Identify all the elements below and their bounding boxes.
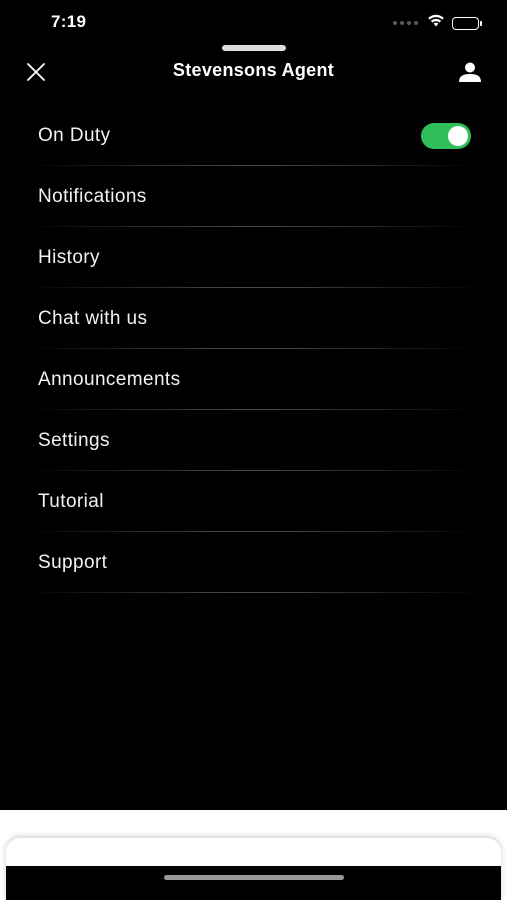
menu-item-history[interactable]: History bbox=[0, 227, 507, 288]
menu-item-label: Settings bbox=[38, 429, 110, 451]
wifi-icon bbox=[427, 14, 445, 32]
status-bar: 7:19 bbox=[0, 0, 507, 46]
battery-icon bbox=[452, 16, 482, 30]
divider bbox=[22, 592, 485, 593]
menu-item-support[interactable]: Support bbox=[0, 532, 507, 593]
menu-item-settings[interactable]: Settings bbox=[0, 410, 507, 471]
menu-item-label: Notifications bbox=[38, 185, 147, 207]
home-indicator[interactable] bbox=[164, 875, 344, 880]
menu-item-notifications[interactable]: Notifications bbox=[0, 166, 507, 227]
menu-item-label: Chat with us bbox=[38, 307, 148, 329]
signal-icon bbox=[393, 21, 418, 25]
profile-icon bbox=[458, 62, 482, 87]
sheet-grabber[interactable] bbox=[222, 45, 286, 51]
on-duty-toggle[interactable] bbox=[421, 122, 471, 149]
menu-item-on-duty: On Duty bbox=[0, 105, 507, 166]
toggle-knob bbox=[448, 125, 468, 146]
profile-button[interactable] bbox=[455, 60, 485, 88]
menu-item-label: Tutorial bbox=[38, 490, 104, 512]
nav-bar: Stevensons Agent bbox=[0, 46, 507, 102]
sheet-content bbox=[6, 866, 501, 900]
menu-item-chat[interactable]: Chat with us bbox=[0, 288, 507, 349]
menu-item-label: Announcements bbox=[38, 368, 181, 390]
side-menu: On Duty Notifications History Chat with … bbox=[0, 105, 507, 593]
menu-item-announcements[interactable]: Announcements bbox=[0, 349, 507, 410]
status-icons bbox=[393, 14, 482, 32]
page-title: Stevensons Agent bbox=[172, 60, 335, 80]
bottom-sheet bbox=[0, 810, 507, 900]
menu-item-label: On Duty bbox=[38, 124, 111, 146]
menu-item-label: History bbox=[38, 246, 100, 268]
menu-item-label: Support bbox=[38, 551, 108, 573]
status-time: 7:19 bbox=[51, 12, 87, 31]
menu-item-tutorial[interactable]: Tutorial bbox=[0, 471, 507, 532]
